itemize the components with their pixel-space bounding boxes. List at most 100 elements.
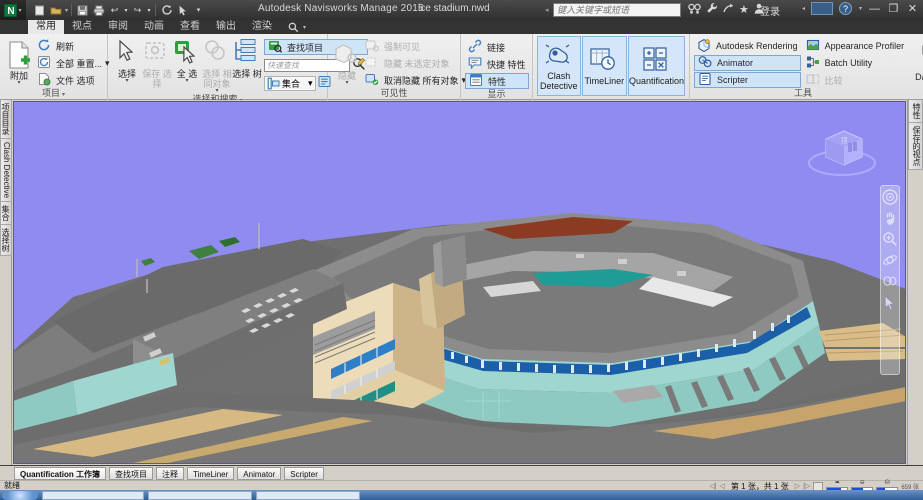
ribbon-panel-display: 链接 快捷 特性 特性 显示: [461, 34, 533, 100]
sidebar-item-sets[interactable]: 集合: [0, 202, 12, 225]
tab-quantification-workbook[interactable]: Quantification 工作簿: [14, 467, 106, 480]
file-options-button[interactable]: 文件 选项: [34, 72, 113, 88]
3d-viewport[interactable]: 顶: [13, 101, 906, 464]
sidebar-item-properties[interactable]: 特性: [908, 100, 923, 123]
ribbon-display-options-icon[interactable]: [811, 2, 833, 15]
sidebar-item-selection-tree[interactable]: 选择树: [0, 225, 12, 256]
unhide-all-button[interactable]: 取消隐藏 所有对象 ▾: [362, 72, 469, 88]
zoom-icon[interactable]: [882, 231, 898, 247]
require-visible-button[interactable]: 强制可见: [362, 38, 469, 54]
select-arrow-icon[interactable]: [175, 3, 190, 18]
quantification-button[interactable]: Quantification: [628, 36, 685, 96]
viewcube[interactable]: 顶: [804, 121, 880, 181]
batch-utility-button[interactable]: Batch Utility: [803, 55, 908, 71]
timeliner-button[interactable]: TimeLiner: [582, 36, 627, 96]
sheet-last-button[interactable]: |▷: [803, 482, 810, 490]
search-input[interactable]: [554, 5, 680, 15]
chevron-down-icon[interactable]: ▾: [17, 81, 20, 86]
chevron-down-icon[interactable]: ▾: [125, 79, 128, 84]
save-selection-button[interactable]: 保存 选择: [142, 37, 172, 89]
hide-unselected-button[interactable]: 隐藏 未选定对象: [362, 55, 469, 71]
infocenter-expand-icon[interactable]: ◂: [545, 6, 549, 14]
save-icon[interactable]: [75, 3, 90, 18]
ribbon-tab-home[interactable]: 常用: [28, 20, 64, 34]
tab-comments[interactable]: 注释: [156, 467, 184, 480]
tab-scripter[interactable]: Scripter: [284, 467, 324, 480]
wrench-icon[interactable]: [706, 2, 718, 17]
infocenter-search-box[interactable]: [553, 3, 681, 17]
share-icon[interactable]: [723, 3, 734, 17]
taskbar-item[interactable]: [256, 491, 360, 500]
ribbon-tab-render[interactable]: 渲染: [244, 20, 280, 34]
sign-in-button[interactable]: 登录: [760, 3, 780, 18]
print-icon[interactable]: [91, 3, 106, 18]
select-all-button[interactable]: 全 选 ▾: [172, 37, 202, 84]
minimize-button[interactable]: —: [868, 3, 881, 15]
animator-button[interactable]: Animator: [694, 55, 801, 71]
links-button[interactable]: 链接: [465, 39, 529, 55]
tab-animator[interactable]: Animator: [237, 467, 281, 480]
refresh-button[interactable]: 刷新: [34, 38, 113, 54]
close-button[interactable]: ✕: [906, 2, 919, 15]
sets-button[interactable]: 集合 ▾: [264, 76, 316, 91]
refresh-icon[interactable]: [159, 3, 174, 18]
redo-dropdown-icon[interactable]: ▾: [146, 3, 152, 18]
attach-button[interactable]: 附加 ▾: [4, 39, 34, 86]
ribbon-tab-viewpoint[interactable]: 视点: [64, 20, 100, 34]
undo-icon[interactable]: ↩: [107, 3, 122, 18]
autodesk-rendering-button[interactable]: Autodesk Rendering: [694, 38, 801, 54]
hide-button[interactable]: 隐藏 ▾: [332, 39, 362, 86]
favorites-star-icon[interactable]: ★: [739, 3, 749, 16]
chevron-down-icon[interactable]: ▾: [65, 7, 68, 14]
new-icon[interactable]: [32, 3, 47, 18]
navigation-bar[interactable]: [880, 185, 900, 375]
restore-button[interactable]: ❐: [887, 2, 900, 15]
select-same-button[interactable]: 选择 相同对象 ▾: [202, 37, 232, 94]
exchange-apps-icon[interactable]: [688, 3, 701, 17]
undo-dropdown-icon[interactable]: ▾: [123, 3, 129, 18]
customize-qat-icon[interactable]: ▾: [191, 3, 206, 18]
help-dropdown-icon[interactable]: ▾: [859, 5, 862, 12]
taskbar-item[interactable]: [148, 491, 252, 500]
start-button-icon[interactable]: [2, 491, 38, 500]
steering-wheel-icon[interactable]: [882, 189, 898, 205]
chevron-down-icon[interactable]: ▾: [185, 79, 188, 84]
quick-properties-button[interactable]: 快捷 特性: [465, 56, 529, 72]
sheet-first-button[interactable]: ◁|: [709, 482, 716, 490]
help-icon[interactable]: ?: [839, 2, 852, 15]
look-around-icon[interactable]: [882, 273, 898, 289]
chevron-left-icon[interactable]: ◂: [802, 5, 805, 12]
compare-button[interactable]: 比较: [803, 72, 908, 88]
open-icon[interactable]: [48, 3, 63, 18]
application-menu-button[interactable]: N ▾: [0, 0, 26, 20]
chevron-down-icon[interactable]: ▾: [345, 81, 348, 86]
taskbar-item[interactable]: [42, 491, 144, 500]
datatools-button[interactable]: DataTools: [915, 40, 923, 82]
sheet-prev-button[interactable]: ◁: [720, 482, 725, 490]
select-button[interactable]: 选择 ▾: [112, 37, 142, 84]
chevron-down-icon[interactable]: ▾: [303, 24, 306, 31]
pan-hand-icon[interactable]: [882, 210, 898, 226]
sidebar-item-clash-detective[interactable]: Clash Detective: [0, 139, 12, 202]
sidebar-item-saved-viewpoints[interactable]: 保存的视点: [908, 123, 923, 170]
walk-icon[interactable]: [882, 294, 898, 310]
sheet-next-button[interactable]: ▷: [795, 482, 800, 490]
ribbon-search-icon[interactable]: [286, 20, 301, 35]
sidebar-item-project-directory[interactable]: 项目目录: [0, 100, 12, 139]
reset-all-button[interactable]: 全部 重置... ▾: [34, 55, 113, 71]
panel-dialog-launcher[interactable]: ▾: [62, 92, 65, 98]
tab-timeliner[interactable]: TimeLiner: [187, 467, 234, 480]
appearance-profiler-button[interactable]: Appearance Profiler: [803, 38, 908, 54]
tab-find-items[interactable]: 查找项目: [109, 467, 153, 480]
selection-tree-button[interactable]: 选择 树: [232, 37, 262, 79]
ribbon-tab-view[interactable]: 查看: [172, 20, 208, 34]
ribbon-tab-output[interactable]: 输出: [208, 20, 244, 34]
scripter-button[interactable]: Scripter: [694, 72, 801, 88]
redo-icon[interactable]: ↪: [130, 3, 145, 18]
properties-button[interactable]: 特性: [465, 73, 529, 89]
chevron-down-icon[interactable]: ▾: [308, 78, 313, 89]
clash-detective-button[interactable]: Clash Detective: [537, 36, 581, 96]
ribbon-tab-animation[interactable]: 动画: [136, 20, 172, 34]
ribbon-tab-review[interactable]: 审阅: [100, 20, 136, 34]
orbit-icon[interactable]: [882, 252, 898, 268]
